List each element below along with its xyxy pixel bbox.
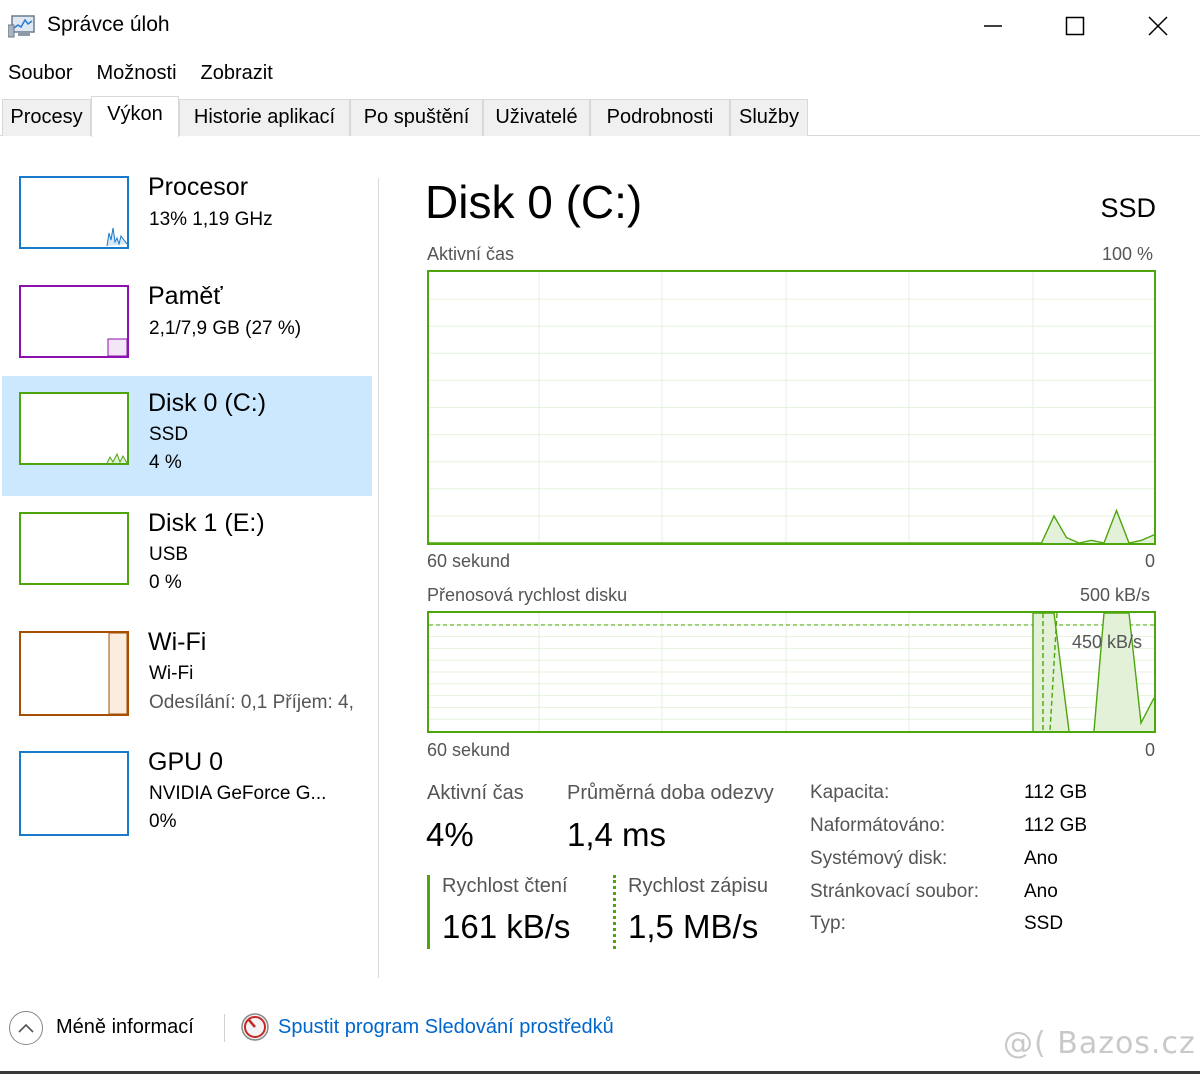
transfer-chart-time: 60 sekund — [427, 740, 511, 760]
resource-monitor-icon — [241, 1013, 269, 1041]
disk-0-type: SSD — [149, 424, 189, 445]
disk-0-sparkline — [106, 452, 128, 464]
resource-list: Procesor 13% 1,19 GHz Paměť 2,1/7,9 GB (… — [0, 137, 380, 977]
active-chart-label: Aktivní čas — [427, 244, 515, 264]
transfer-chart-min: 0 — [1145, 740, 1156, 760]
transfer-rate-chart: 450 kB/s — [427, 611, 1156, 733]
disk-1-usage: 0 % — [149, 572, 182, 593]
title-bar: Správce úloh — [0, 0, 1200, 52]
panel-divider — [378, 178, 379, 978]
resource-procesor[interactable]: Procesor 13% 1,19 GHz — [2, 159, 372, 279]
stat-response-value: 1,4 ms — [567, 816, 667, 853]
transfer-chart-label: Přenosová rychlost disku — [427, 585, 628, 605]
stat-read-label: Rychlost čtení — [442, 875, 568, 897]
procesor-usage: 13% 1,19 GHz — [149, 209, 273, 230]
tab-historie-aplikaci[interactable]: Historie aplikací — [179, 99, 350, 136]
gpu-0-thumbnail — [19, 751, 129, 836]
gpu-0-model: NVIDIA GeForce G... — [149, 783, 327, 804]
prop-formatted-label: Naformátováno: — [810, 815, 946, 836]
active-chart-max: 100 % — [1102, 244, 1154, 264]
pamet-thumbnail — [19, 285, 129, 358]
minimize-icon — [984, 25, 1002, 27]
disk-1-thumbnail — [19, 512, 129, 585]
disk-1-name: Disk 1 (E:) — [148, 509, 265, 537]
footer-separator — [224, 1014, 225, 1042]
resource-disk-0[interactable]: Disk 0 (C:) SSD 4 % — [2, 376, 372, 496]
active-time-chart — [427, 270, 1156, 545]
prop-capacity-value: 112 GB — [1024, 782, 1088, 803]
stat-active-label: Aktivní čas — [427, 782, 524, 804]
chevron-up-icon — [18, 1023, 34, 1033]
open-resource-monitor-link[interactable]: Spustit program Sledování prostředků — [278, 1016, 614, 1039]
transfer-ref-label: 450 kB/s — [1072, 632, 1143, 652]
menu-soubor[interactable]: Soubor — [0, 58, 73, 88]
tab-bar: Procesy Výkon Historie aplikací Po spušt… — [0, 96, 1200, 137]
minimize-button[interactable] — [970, 6, 1016, 46]
prop-pagefile-label: Stránkovací soubor: — [810, 881, 979, 902]
resource-disk-1[interactable]: Disk 1 (E:) USB 0 % — [2, 496, 372, 616]
prop-type-value: SSD — [1024, 913, 1064, 934]
active-time-graph — [429, 272, 1154, 543]
stat-write-value: 1,5 MB/s — [628, 908, 759, 945]
tab-podrobnosti[interactable]: Podrobnosti — [590, 99, 730, 136]
pamet-usage: 2,1/7,9 GB (27 %) — [149, 318, 302, 339]
resource-wifi[interactable]: Wi-Fi Wi-Fi Odesílání: 0,1 Příjem: 4, — [2, 615, 372, 735]
procesor-name: Procesor — [148, 173, 249, 201]
stat-read-value: 161 kB/s — [442, 908, 571, 945]
disk-0-thumbnail — [19, 392, 129, 465]
prop-pagefile-value: Ano — [1024, 881, 1058, 902]
footer: Méně informací Spustit program Sledování… — [0, 1000, 1200, 1074]
stat-active-value: 4% — [426, 816, 474, 853]
transfer-chart-max: 500 kB/s — [1080, 585, 1151, 605]
prop-system-disk-label: Systémový disk: — [810, 848, 948, 869]
detail-disk-type: SSD — [1100, 193, 1156, 223]
tab-uzivatele[interactable]: Uživatelé — [483, 99, 590, 136]
detail-title: Disk 0 (C:) — [425, 176, 643, 228]
active-area — [429, 510, 1154, 543]
watermark: @( Bazos.cz — [1003, 1026, 1196, 1061]
menu-zobrazit[interactable]: Zobrazit — [193, 58, 273, 88]
close-icon — [1148, 16, 1168, 36]
fewer-details-button[interactable] — [9, 1011, 43, 1045]
window-title: Správce úloh — [47, 13, 170, 36]
fewer-details-link[interactable]: Méně informací — [56, 1016, 194, 1039]
active-chart-time: 60 sekund — [427, 551, 511, 571]
menu-bar: Soubor Možnosti Zobrazit — [0, 58, 289, 88]
resource-gpu-0[interactable]: GPU 0 NVIDIA GeForce G... 0% — [2, 735, 372, 855]
pamet-sparkline — [107, 338, 128, 357]
wifi-sparkline — [108, 632, 128, 715]
active-chart-min: 0 — [1145, 551, 1156, 571]
maximize-icon — [1065, 16, 1085, 36]
resource-pamet[interactable]: Paměť 2,1/7,9 GB (27 %) — [2, 269, 372, 389]
procesor-sparkline — [106, 227, 128, 247]
procesor-thumbnail — [19, 176, 129, 249]
wifi-thumbnail — [19, 631, 129, 716]
prop-formatted-value: 112 GB — [1024, 815, 1088, 836]
tab-po-spusteni[interactable]: Po spuštění — [350, 99, 483, 136]
write-speed-marker — [613, 875, 616, 949]
disk-1-type: USB — [149, 544, 189, 565]
menu-moznosti[interactable]: Možnosti — [89, 58, 177, 88]
read-speed-marker — [427, 875, 430, 949]
pamet-name: Paměť — [148, 282, 223, 310]
prop-type-label: Typ: — [810, 913, 846, 934]
tab-vykon[interactable]: Výkon — [91, 96, 179, 137]
prop-system-disk-value: Ano — [1024, 848, 1058, 869]
wifi-name: Wi-Fi — [148, 628, 207, 656]
gpu-0-usage: 0% — [149, 811, 177, 832]
stat-write-label: Rychlost zápisu — [628, 875, 769, 897]
transfer-rate-graph — [429, 613, 1154, 731]
wifi-adapter: Wi-Fi — [149, 663, 194, 684]
tab-procesy[interactable]: Procesy — [2, 99, 91, 136]
task-manager-icon — [8, 15, 35, 38]
gpu-0-name: GPU 0 — [148, 748, 224, 776]
disk-0-name: Disk 0 (C:) — [148, 389, 267, 417]
disk-0-usage: 4 % — [149, 452, 182, 473]
close-button[interactable] — [1135, 6, 1181, 46]
maximize-button[interactable] — [1052, 6, 1098, 46]
prop-capacity-label: Kapacita: — [810, 782, 890, 803]
wifi-throughput: Odesílání: 0,1 Příjem: 4, — [149, 692, 354, 713]
tab-sluzby[interactable]: Služby — [730, 99, 808, 136]
stat-response-label: Průměrná doba odezvy — [567, 782, 774, 804]
